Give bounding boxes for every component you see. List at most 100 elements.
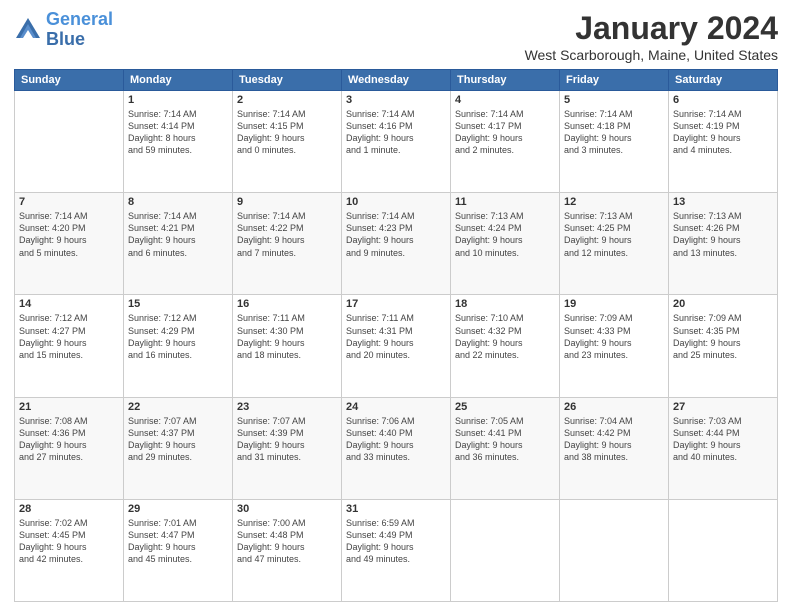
week-row-4: 21Sunrise: 7:08 AM Sunset: 4:36 PM Dayli… [15, 397, 778, 499]
day-number: 1 [128, 94, 228, 106]
calendar-cell: 6 Sunrise: 7:14 AM Sunset: 4:19 PM Daylig… [669, 91, 778, 193]
cell-content: Sunrise: 7:09 AM Sunset: 4:33 PM Dayligh… [564, 312, 664, 361]
day-number: 29 [128, 503, 228, 515]
calendar-cell: 13 Sunrise: 7:13 AM Sunset: 4:26 PM Dayli… [669, 193, 778, 295]
cell-content: Sunrise: 7:14 AM Sunset: 4:18 PM Dayligh… [564, 108, 664, 157]
day-number: 17 [346, 298, 446, 310]
calendar-cell: 9 Sunrise: 7:14 AM Sunset: 4:22 PM Daylig… [233, 193, 342, 295]
calendar-cell: 18 Sunrise: 7:10 AM Sunset: 4:32 PM Dayli… [451, 295, 560, 397]
cell-content: Sunrise: 7:14 AM Sunset: 4:16 PM Dayligh… [346, 108, 446, 157]
logo: General Blue [14, 10, 113, 50]
cell-content: Sunrise: 7:11 AM Sunset: 4:31 PM Dayligh… [346, 312, 446, 361]
day-number: 31 [346, 503, 446, 515]
cell-content: Sunrise: 7:11 AM Sunset: 4:30 PM Dayligh… [237, 312, 337, 361]
calendar-cell: 14Sunrise: 7:12 AM Sunset: 4:27 PM Dayli… [15, 295, 124, 397]
weekday-header-wednesday: Wednesday [342, 70, 451, 91]
cell-content: Sunrise: 7:12 AM Sunset: 4:29 PM Dayligh… [128, 312, 228, 361]
cell-content: Sunrise: 7:05 AM Sunset: 4:41 PM Dayligh… [455, 415, 555, 464]
cell-content: Sunrise: 7:07 AM Sunset: 4:39 PM Dayligh… [237, 415, 337, 464]
cell-content: Sunrise: 7:07 AM Sunset: 4:37 PM Dayligh… [128, 415, 228, 464]
calendar-cell: 24 Sunrise: 7:06 AM Sunset: 4:40 PM Dayli… [342, 397, 451, 499]
day-number: 26 [564, 401, 664, 413]
calendar-table: SundayMondayTuesdayWednesdayThursdayFrid… [14, 69, 778, 602]
cell-content: Sunrise: 7:01 AM Sunset: 4:47 PM Dayligh… [128, 517, 228, 566]
calendar-cell: 30Sunrise: 7:00 AM Sunset: 4:48 PM Dayli… [233, 499, 342, 601]
weekday-header-saturday: Saturday [669, 70, 778, 91]
day-number: 21 [19, 401, 119, 413]
week-row-3: 14Sunrise: 7:12 AM Sunset: 4:27 PM Dayli… [15, 295, 778, 397]
calendar-cell: 29 Sunrise: 7:01 AM Sunset: 4:47 PM Dayli… [124, 499, 233, 601]
day-number: 6 [673, 94, 773, 106]
day-number: 23 [237, 401, 337, 413]
calendar-cell [560, 499, 669, 601]
day-number: 25 [455, 401, 555, 413]
calendar-cell [451, 499, 560, 601]
day-number: 5 [564, 94, 664, 106]
cell-content: Sunrise: 7:14 AM Sunset: 4:20 PM Dayligh… [19, 210, 119, 259]
calendar-cell: 2 Sunrise: 7:14 AM Sunset: 4:15 PM Daylig… [233, 91, 342, 193]
logo-blue: Blue [46, 29, 85, 49]
day-number: 30 [237, 503, 337, 515]
day-number: 27 [673, 401, 773, 413]
cell-content: Sunrise: 7:10 AM Sunset: 4:32 PM Dayligh… [455, 312, 555, 361]
day-number: 2 [237, 94, 337, 106]
day-number: 24 [346, 401, 446, 413]
cell-content: Sunrise: 7:06 AM Sunset: 4:40 PM Dayligh… [346, 415, 446, 464]
day-number: 4 [455, 94, 555, 106]
header: General Blue January 2024 West Scarborou… [14, 10, 778, 63]
logo-icon [14, 16, 42, 44]
cell-content: Sunrise: 7:14 AM Sunset: 4:22 PM Dayligh… [237, 210, 337, 259]
calendar-cell: 11 Sunrise: 7:13 AM Sunset: 4:24 PM Dayli… [451, 193, 560, 295]
weekday-header-tuesday: Tuesday [233, 70, 342, 91]
day-number: 19 [564, 298, 664, 310]
day-number: 11 [455, 196, 555, 208]
cell-content: Sunrise: 7:09 AM Sunset: 4:35 PM Dayligh… [673, 312, 773, 361]
weekday-header-sunday: Sunday [15, 70, 124, 91]
weekday-header-thursday: Thursday [451, 70, 560, 91]
cell-content: Sunrise: 7:04 AM Sunset: 4:42 PM Dayligh… [564, 415, 664, 464]
calendar-cell [15, 91, 124, 193]
cell-content: Sunrise: 7:13 AM Sunset: 4:25 PM Dayligh… [564, 210, 664, 259]
day-number: 8 [128, 196, 228, 208]
calendar-cell: 27Sunrise: 7:03 AM Sunset: 4:44 PM Dayli… [669, 397, 778, 499]
day-number: 22 [128, 401, 228, 413]
week-row-2: 7 Sunrise: 7:14 AM Sunset: 4:20 PM Daylig… [15, 193, 778, 295]
calendar-cell: 8 Sunrise: 7:14 AM Sunset: 4:21 PM Daylig… [124, 193, 233, 295]
cell-content: Sunrise: 7:14 AM Sunset: 4:23 PM Dayligh… [346, 210, 446, 259]
calendar-cell: 25 Sunrise: 7:05 AM Sunset: 4:41 PM Dayli… [451, 397, 560, 499]
cell-content: Sunrise: 7:13 AM Sunset: 4:24 PM Dayligh… [455, 210, 555, 259]
cell-content: Sunrise: 7:02 AM Sunset: 4:45 PM Dayligh… [19, 517, 119, 566]
page: General Blue January 2024 West Scarborou… [0, 0, 792, 612]
day-number: 28 [19, 503, 119, 515]
calendar-cell: 10Sunrise: 7:14 AM Sunset: 4:23 PM Dayli… [342, 193, 451, 295]
cell-content: Sunrise: 7:13 AM Sunset: 4:26 PM Dayligh… [673, 210, 773, 259]
day-number: 13 [673, 196, 773, 208]
location-title: West Scarborough, Maine, United States [525, 47, 778, 63]
weekday-header-row: SundayMondayTuesdayWednesdayThursdayFrid… [15, 70, 778, 91]
calendar-cell: 3 Sunrise: 7:14 AM Sunset: 4:16 PM Daylig… [342, 91, 451, 193]
day-number: 3 [346, 94, 446, 106]
week-row-5: 28 Sunrise: 7:02 AM Sunset: 4:45 PM Dayli… [15, 499, 778, 601]
calendar-cell: 7 Sunrise: 7:14 AM Sunset: 4:20 PM Daylig… [15, 193, 124, 295]
month-title: January 2024 [525, 10, 778, 47]
weekday-header-monday: Monday [124, 70, 233, 91]
calendar-cell: 4 Sunrise: 7:14 AM Sunset: 4:17 PM Daylig… [451, 91, 560, 193]
calendar-cell: 5 Sunrise: 7:14 AM Sunset: 4:18 PM Daylig… [560, 91, 669, 193]
calendar-cell [669, 499, 778, 601]
day-number: 12 [564, 196, 664, 208]
calendar-cell: 20Sunrise: 7:09 AM Sunset: 4:35 PM Dayli… [669, 295, 778, 397]
week-row-1: 1Sunrise: 7:14 AM Sunset: 4:14 PM Daylig… [15, 91, 778, 193]
cell-content: Sunrise: 7:14 AM Sunset: 4:17 PM Dayligh… [455, 108, 555, 157]
cell-content: Sunrise: 7:14 AM Sunset: 4:19 PM Dayligh… [673, 108, 773, 157]
logo-general: General [46, 9, 113, 29]
day-number: 9 [237, 196, 337, 208]
calendar-cell: 22 Sunrise: 7:07 AM Sunset: 4:37 PM Dayli… [124, 397, 233, 499]
cell-content: Sunrise: 6:59 AM Sunset: 4:49 PM Dayligh… [346, 517, 446, 566]
cell-content: Sunrise: 7:14 AM Sunset: 4:21 PM Dayligh… [128, 210, 228, 259]
calendar-cell: 17 Sunrise: 7:11 AM Sunset: 4:31 PM Dayli… [342, 295, 451, 397]
cell-content: Sunrise: 7:14 AM Sunset: 4:15 PM Dayligh… [237, 108, 337, 157]
day-number: 18 [455, 298, 555, 310]
calendar-cell: 23 Sunrise: 7:07 AM Sunset: 4:39 PM Dayli… [233, 397, 342, 499]
day-number: 7 [19, 196, 119, 208]
calendar-cell: 16Sunrise: 7:11 AM Sunset: 4:30 PM Dayli… [233, 295, 342, 397]
